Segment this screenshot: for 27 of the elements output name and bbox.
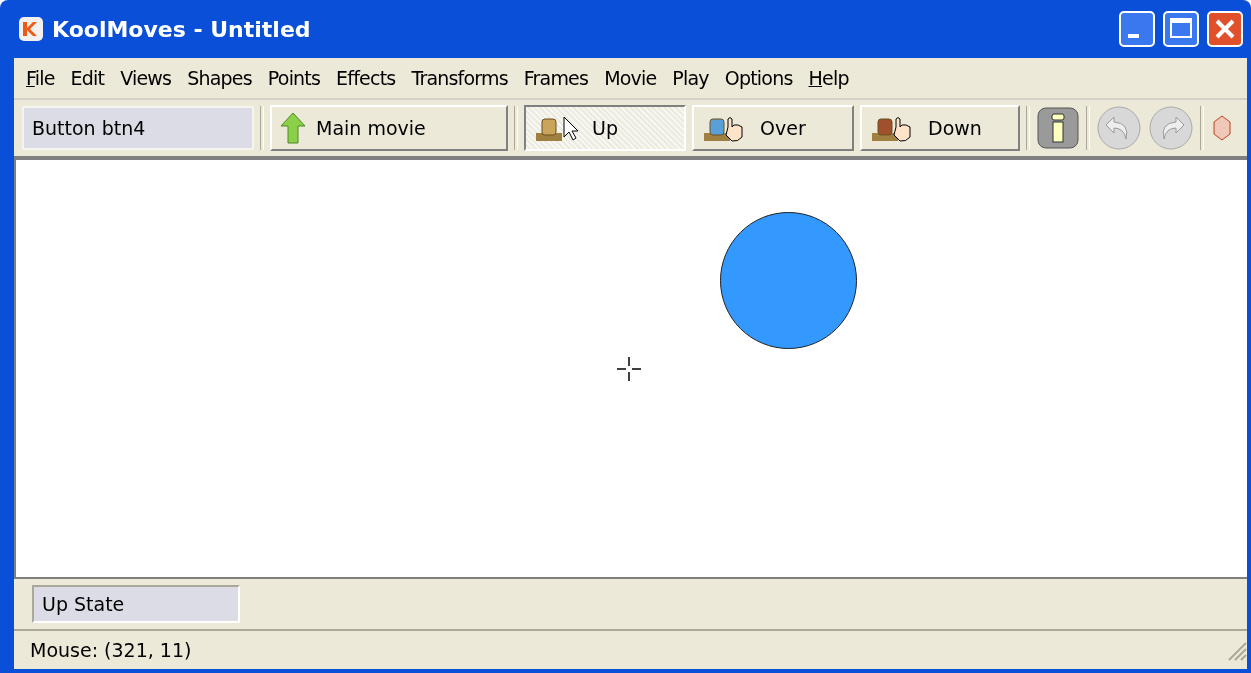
menu-item[interactable]: Options: [716, 67, 801, 89]
menu-item[interactable]: Edit: [62, 67, 113, 89]
menu-item[interactable]: Frames: [515, 67, 597, 89]
state-button[interactable]: Over: [692, 105, 854, 151]
minimize-icon[interactable]: [1119, 11, 1155, 47]
main-movie-button[interactable]: Main movie: [270, 105, 508, 151]
menu-item[interactable]: Views: [112, 67, 180, 89]
menu-item[interactable]: Play: [664, 67, 717, 89]
state-button[interactable]: Up: [524, 105, 686, 151]
menu-item[interactable]: Help: [800, 67, 857, 89]
close-icon[interactable]: [1207, 11, 1243, 47]
app-logo-icon: [18, 16, 44, 42]
menu-item[interactable]: File: [18, 67, 63, 89]
state-button[interactable]: Down: [860, 105, 1020, 151]
object-name-field: Button btn4: [22, 106, 254, 150]
menu-item[interactable]: Transforms: [403, 67, 516, 89]
menu-item[interactable]: Movie: [596, 67, 665, 89]
state-label-field: Up State: [32, 585, 240, 623]
menu-item[interactable]: Effects: [328, 67, 404, 89]
up-arrow-icon: [280, 112, 306, 144]
crosshair-icon: [616, 356, 642, 382]
info-icon[interactable]: [1036, 106, 1080, 150]
menu-item[interactable]: Points: [259, 67, 329, 89]
window-title: KoolMoves - Untitled: [52, 16, 312, 42]
status-text: Mouse: (321, 11): [30, 639, 192, 661]
menu-item[interactable]: Shapes: [179, 67, 260, 89]
maximize-icon[interactable]: [1163, 11, 1199, 47]
